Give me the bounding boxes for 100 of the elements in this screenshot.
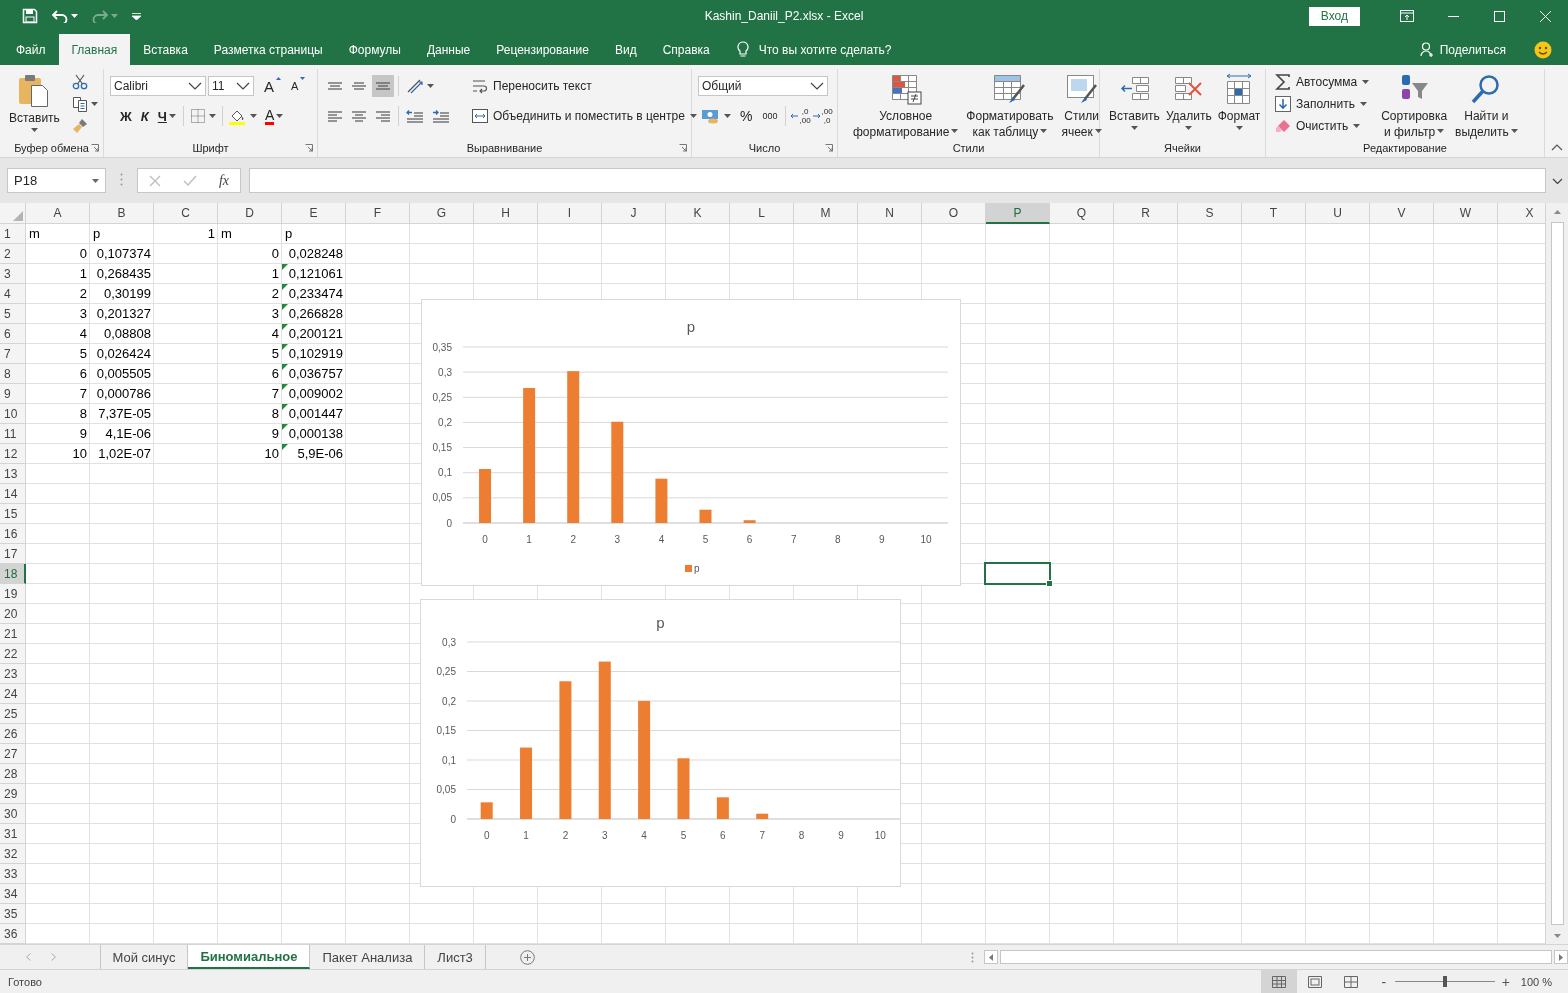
row-header[interactable]: 34: [0, 884, 26, 904]
row-header[interactable]: 35: [0, 904, 26, 924]
column-header[interactable]: I: [538, 203, 602, 224]
font-field[interactable]: Calibri: [110, 76, 206, 96]
sheet-tab[interactable]: Биномиальное: [188, 945, 311, 969]
format-cells-button[interactable]: Формат: [1214, 71, 1264, 139]
row-header[interactable]: 18: [0, 564, 26, 584]
tell-me-field[interactable]: Что вы хотите сделать?: [758, 42, 892, 57]
column-header[interactable]: H: [474, 203, 538, 224]
row-header[interactable]: 21: [0, 624, 26, 644]
paste-button[interactable]: Вставить: [6, 69, 63, 139]
row-header[interactable]: 23: [0, 664, 26, 684]
column-header[interactable]: T: [1242, 203, 1306, 224]
ribbon-tab[interactable]: Главная: [58, 34, 131, 65]
decrease-decimal-button[interactable]: ,00 ,0: [812, 105, 833, 127]
insert-function-button[interactable]: fx: [218, 172, 229, 189]
column-header[interactable]: O: [922, 203, 986, 224]
column-header[interactable]: K: [666, 203, 730, 224]
column-header[interactable]: D: [218, 203, 282, 224]
ribbon-tab[interactable]: Разметка страницы: [200, 34, 336, 65]
row-header[interactable]: 32: [0, 844, 26, 864]
row-header[interactable]: 15: [0, 504, 26, 524]
column-header[interactable]: U: [1306, 203, 1370, 224]
sort-filter-button[interactable]: Сортировка и фильтр: [1378, 71, 1451, 139]
row-header[interactable]: 13: [0, 464, 26, 484]
row-header[interactable]: 8: [0, 364, 26, 384]
clear-button[interactable]: Очистить: [1272, 115, 1373, 137]
percent-button[interactable]: %: [736, 105, 757, 127]
column-header[interactable]: S: [1178, 203, 1242, 224]
row-header[interactable]: 4: [0, 284, 26, 304]
column-header[interactable]: N: [858, 203, 922, 224]
column-header[interactable]: M: [794, 203, 858, 224]
delete-cells-button[interactable]: Удалить: [1162, 71, 1215, 139]
ribbon-tab[interactable]: Формулы: [335, 34, 414, 65]
row-header[interactable]: 26: [0, 724, 26, 744]
row-header[interactable]: 3: [0, 264, 26, 284]
underline-button[interactable]: Ч: [153, 105, 180, 127]
column-header[interactable]: X: [1498, 203, 1545, 224]
ribbon-tab[interactable]: Вставка: [130, 34, 201, 65]
row-header[interactable]: 19: [0, 584, 26, 604]
ribbon-tab[interactable]: Файл: [3, 34, 59, 65]
column-header[interactable]: L: [730, 203, 794, 224]
cell-styles-button[interactable]: Стили ячеек: [1058, 71, 1105, 139]
ribbon-tab[interactable]: Вид: [601, 34, 650, 65]
share-button[interactable]: Поделиться: [1419, 34, 1506, 65]
wrap-text-button[interactable]: Переносить текст: [469, 75, 595, 97]
row-header[interactable]: 22: [0, 644, 26, 664]
row-header[interactable]: 12: [0, 444, 26, 464]
shrink-font-button[interactable]: A: [287, 75, 310, 97]
zoom-out-button[interactable]: -: [1378, 973, 1389, 990]
column-header[interactable]: R: [1114, 203, 1178, 224]
column-header[interactable]: B: [90, 203, 154, 224]
row-header[interactable]: 5: [0, 304, 26, 324]
row-header[interactable]: 33: [0, 864, 26, 884]
row-header[interactable]: 29: [0, 784, 26, 804]
font-size-field[interactable]: 11: [208, 76, 254, 96]
number-format-field[interactable]: Общий: [698, 76, 828, 96]
sign-in-button[interactable]: Вход: [1308, 6, 1360, 26]
zoom-in-button[interactable]: +: [1500, 973, 1511, 990]
font-color-button[interactable]: A: [260, 105, 288, 127]
column-header[interactable]: W: [1434, 203, 1498, 224]
column-header[interactable]: G: [410, 203, 474, 224]
insert-cells-button[interactable]: Вставить: [1106, 71, 1163, 139]
row-header[interactable]: 14: [0, 484, 26, 504]
ribbon-tab[interactable]: Данные: [413, 34, 484, 65]
column-header[interactable]: J: [602, 203, 666, 224]
find-select-button[interactable]: Найти и выделить: [1452, 71, 1521, 139]
increase-decimal-button[interactable]: ,0 ,00: [790, 105, 811, 127]
row-header[interactable]: 10: [0, 404, 26, 424]
name-box[interactable]: P18: [7, 168, 106, 193]
row-header[interactable]: 11: [0, 424, 26, 444]
row-header[interactable]: 20: [0, 604, 26, 624]
column-header[interactable]: V: [1370, 203, 1434, 224]
row-header[interactable]: 1: [0, 224, 26, 244]
row-header[interactable]: 30: [0, 804, 26, 824]
row-header[interactable]: 9: [0, 384, 26, 404]
row-header[interactable]: 2: [0, 244, 26, 264]
autosum-button[interactable]: Автосумма: [1272, 71, 1373, 93]
row-header[interactable]: 25: [0, 704, 26, 724]
row-header[interactable]: 28: [0, 764, 26, 784]
column-header[interactable]: A: [26, 203, 90, 224]
row-header[interactable]: 36: [0, 924, 26, 944]
row-header[interactable]: 16: [0, 524, 26, 544]
italic-button[interactable]: К: [136, 105, 153, 127]
bold-button[interactable]: Ж: [116, 105, 136, 127]
column-header[interactable]: P: [986, 203, 1050, 224]
fill-button[interactable]: Заполнить: [1272, 93, 1373, 115]
column-header[interactable]: C: [154, 203, 218, 224]
ribbon-tab[interactable]: Справка: [649, 34, 723, 65]
conditional-formatting-button[interactable]: Условное форматирование: [850, 71, 962, 139]
row-header[interactable]: 24: [0, 684, 26, 704]
grow-font-button[interactable]: A: [260, 75, 285, 97]
row-header[interactable]: 27: [0, 744, 26, 764]
column-header[interactable]: Q: [1050, 203, 1114, 224]
row-header[interactable]: 7: [0, 344, 26, 364]
comma-style-button[interactable]: 000: [758, 105, 782, 127]
zoom-level[interactable]: 100 %: [1520, 975, 1552, 988]
row-header[interactable]: 17: [0, 544, 26, 564]
ribbon-tab[interactable]: Рецензирование: [483, 34, 602, 65]
column-header[interactable]: E: [282, 203, 346, 224]
